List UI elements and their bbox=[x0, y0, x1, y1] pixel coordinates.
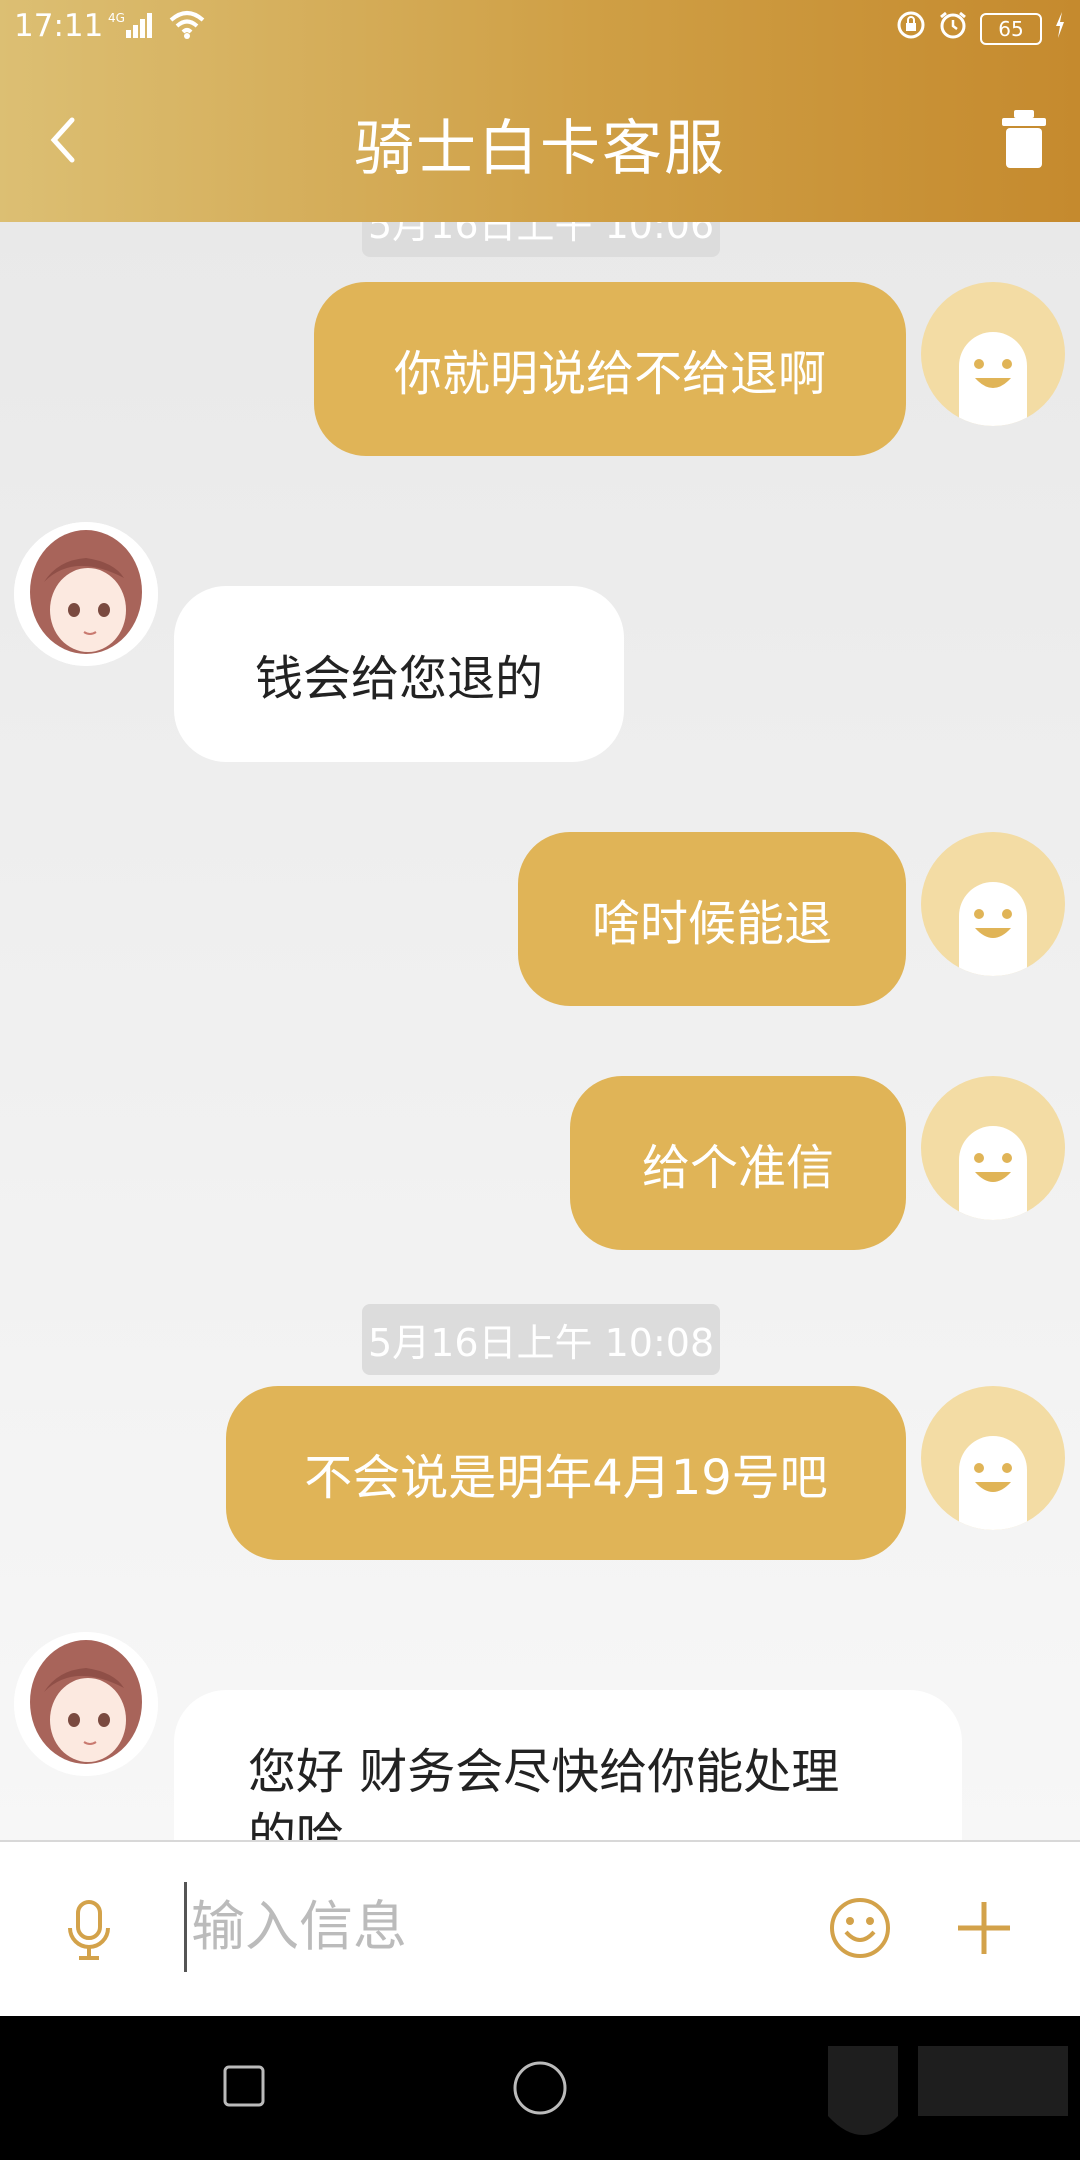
microphone-icon bbox=[68, 1900, 110, 1960]
lock-rotation-icon bbox=[896, 10, 926, 48]
user-avatar[interactable] bbox=[921, 1386, 1065, 1530]
cat-logo-icon bbox=[828, 2046, 1068, 2135]
recents-button[interactable] bbox=[222, 2064, 266, 2112]
user-avatar[interactable] bbox=[921, 832, 1065, 976]
message-text: 的哈 bbox=[248, 1808, 345, 1840]
emoji-button[interactable] bbox=[828, 1896, 892, 1964]
smiley-avatar-icon bbox=[959, 332, 1027, 426]
wifi-icon bbox=[168, 10, 206, 48]
message-text: 啥时候能退 bbox=[591, 896, 832, 952]
page-title: 骑士白卡客服 bbox=[354, 114, 726, 184]
anime-girl-avatar-icon bbox=[14, 522, 158, 666]
voice-button[interactable] bbox=[64, 1898, 114, 1966]
square-icon bbox=[223, 2065, 265, 2107]
chat-area[interactable]: 5月16日上午 10:06 你就明说给不给退啊 钱会给您退的 啥时候能退 给个准… bbox=[0, 222, 1080, 1840]
battery-indicator: 65 bbox=[980, 13, 1042, 45]
smiley-avatar-icon bbox=[959, 1126, 1027, 1220]
input-bar: 输入信息 bbox=[0, 1840, 1080, 2018]
anime-girl-avatar-icon bbox=[14, 1632, 158, 1776]
message-text: 不会说是明年4月19号吧 bbox=[304, 1450, 828, 1506]
message-text: 钱会给您退的 bbox=[254, 651, 543, 707]
charging-icon bbox=[1054, 10, 1066, 48]
message-text: 你就明说给不给退啊 bbox=[393, 346, 826, 402]
circle-icon bbox=[513, 2061, 567, 2115]
message-bubble-sent[interactable]: 给个准信 bbox=[570, 1076, 906, 1250]
home-button[interactable] bbox=[512, 2060, 568, 2120]
status-time: 17:11 bbox=[14, 8, 104, 44]
smiley-icon bbox=[830, 1898, 890, 1958]
smiley-avatar-icon bbox=[959, 1436, 1027, 1530]
message-input[interactable]: 输入信息 bbox=[184, 1882, 791, 1972]
message-bubble-received[interactable]: 钱会给您退的 bbox=[174, 586, 624, 762]
message-bubble-received[interactable]: 您好 财务会尽快给你能处理 的哈 bbox=[174, 1690, 962, 1840]
plus-icon bbox=[958, 1902, 1010, 1954]
system-nav-bar bbox=[0, 2016, 1080, 2160]
status-bar: 17:11 4G 65 bbox=[0, 0, 1080, 56]
agent-avatar[interactable] bbox=[14, 1632, 158, 1776]
timestamp: 5月16日上午 10:06 bbox=[362, 222, 721, 257]
message-text: 给个准信 bbox=[641, 1140, 834, 1196]
smiley-avatar-icon bbox=[959, 882, 1027, 976]
signal-icon: 4G bbox=[108, 10, 158, 48]
agent-avatar[interactable] bbox=[14, 522, 158, 666]
more-button[interactable] bbox=[952, 1896, 1016, 1964]
app-header: 17:11 4G 65 骑士白卡客服 bbox=[0, 0, 1080, 222]
trash-icon bbox=[1002, 110, 1046, 168]
delete-button[interactable] bbox=[998, 108, 1050, 170]
user-avatar[interactable] bbox=[921, 1076, 1065, 1220]
user-avatar[interactable] bbox=[921, 282, 1065, 426]
message-bubble-sent[interactable]: 你就明说给不给退啊 bbox=[314, 282, 906, 456]
watermark-logo bbox=[808, 2036, 1078, 2160]
message-bubble-sent[interactable]: 不会说是明年4月19号吧 bbox=[226, 1386, 906, 1560]
alarm-icon bbox=[938, 10, 968, 48]
timestamp: 5月16日上午 10:08 bbox=[362, 1304, 721, 1375]
message-text: 您好 财务会尽快给你能处理 bbox=[248, 1744, 840, 1800]
svg-text:4G: 4G bbox=[108, 11, 125, 25]
message-bubble-sent[interactable]: 啥时候能退 bbox=[518, 832, 906, 1006]
